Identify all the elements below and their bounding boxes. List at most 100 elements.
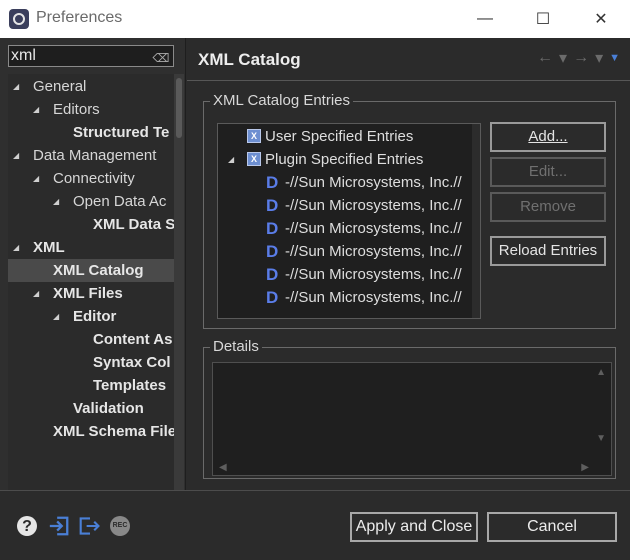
catalog-category[interactable]: ◢ X Plugin Specified Entries (218, 148, 473, 171)
expand-toggle-icon[interactable]: ◢ (13, 75, 23, 98)
tree-item[interactable]: Structured Te (8, 121, 174, 144)
scroll-right-icon[interactable]: ▶ (581, 462, 589, 473)
close-button[interactable]: ✕ (572, 0, 630, 38)
add-button[interactable]: Add... (490, 122, 606, 152)
tree-item-label: Editors (53, 101, 100, 118)
catalog-entries-tree[interactable]: X User Specified Entries ◢ X Plugin Specifie… (217, 123, 481, 319)
tree-item-label: XML Schema File (53, 423, 174, 440)
help-icon[interactable]: ? (17, 516, 37, 536)
dialog-footer: ? REC Apply and Close Cancel (0, 491, 630, 560)
catalog-icon: X (247, 129, 261, 143)
tree-item-label: Editor (73, 308, 117, 325)
back-dropdown-icon[interactable]: ▾ (559, 48, 567, 68)
apply-and-close-button[interactable]: Apply and Close (350, 512, 478, 542)
tree-item-label: XML (33, 239, 65, 256)
catalog-entry[interactable]: D -//Sun Microsystems, Inc.// (218, 263, 473, 286)
clear-filter-icon[interactable]: ⌫ (152, 48, 170, 65)
tree-item-label: Connectivity (53, 170, 135, 187)
tree-item[interactable]: ◢ Editors (8, 98, 174, 121)
maximize-button[interactable]: ☐ (514, 0, 572, 38)
tree-item-label: Structured Te (73, 124, 170, 141)
scrollbar-thumb[interactable] (176, 78, 182, 138)
expand-toggle-icon[interactable]: ◢ (53, 190, 63, 213)
filter-input[interactable]: xml ⌫ (8, 45, 174, 67)
page-title: XML Catalog (198, 50, 301, 69)
dtd-icon: D (266, 219, 279, 238)
tree-item[interactable]: ◢ General (8, 75, 174, 98)
tree-item[interactable]: ◢ Editor (8, 305, 174, 328)
tree-item[interactable]: Validation (8, 397, 174, 420)
filter-value: xml (11, 47, 36, 64)
tree-item-label: Templates (93, 377, 167, 394)
view-menu-icon[interactable]: ▼ (609, 52, 620, 64)
entries-scrollbar[interactable] (472, 124, 480, 318)
tree-item[interactable]: Syntax Col (8, 351, 174, 374)
tree-item[interactable]: ◢ Data Management (8, 144, 174, 167)
window-title: Preferences (36, 9, 123, 26)
tree-item-label: Open Data Ac (73, 193, 167, 210)
expand-toggle-icon[interactable]: ◢ (13, 236, 23, 259)
catalog-entries-label: XML Catalog Entries (210, 92, 354, 110)
tree-item-label: Syntax Col (93, 354, 171, 371)
import-icon[interactable] (48, 515, 70, 537)
expand-toggle-icon[interactable]: ◢ (33, 282, 43, 305)
preference-tree[interactable]: ◢ General ◢ Editors Structured Te ◢ Data Manag… (8, 74, 174, 490)
back-arrow-icon[interactable]: ← (537, 49, 553, 67)
entry-label: -//Sun Microsystems, Inc.// (285, 266, 462, 283)
preferences-navigation: xml ⌫ ◢ General ◢ Editors Structured Te ◢ Data… (0, 38, 186, 490)
title-separator (187, 80, 630, 81)
tree-scrollbar[interactable] (174, 74, 184, 490)
tree-item[interactable]: Content As (8, 328, 174, 351)
tree-item[interactable]: XML Data S (8, 213, 174, 236)
tree-item[interactable]: ◢ Open Data Ac (8, 190, 174, 213)
export-icon[interactable] (79, 515, 101, 537)
forward-dropdown-icon[interactable]: ▾ (595, 48, 603, 68)
expand-toggle-icon[interactable]: ◢ (33, 98, 43, 121)
catalog-entry[interactable]: D -//Sun Microsystems, Inc.// (218, 286, 473, 309)
tree-item-label: XML Data S (93, 216, 174, 233)
tree-item[interactable]: XML Catalog (8, 259, 174, 282)
catalog-entry[interactable]: D -//Sun Microsystems, Inc.// (218, 217, 473, 240)
expand-toggle-icon[interactable]: ◢ (33, 167, 43, 190)
catalog-entry[interactable]: D -//Sun Microsystems, Inc.// (218, 171, 473, 194)
catalog-entry[interactable]: D -//Sun Microsystems, Inc.// (218, 240, 473, 263)
scroll-down-icon[interactable]: ▼ (596, 433, 606, 444)
expand-toggle-icon[interactable]: ◢ (53, 305, 63, 328)
tree-item[interactable]: XML Schema File (8, 420, 174, 443)
edit-button[interactable]: Edit... (490, 157, 606, 187)
expand-toggle-icon[interactable]: ◢ (228, 148, 234, 171)
tree-item-label: General (33, 78, 87, 95)
entry-label: -//Sun Microsystems, Inc.// (285, 197, 462, 214)
tree-item[interactable]: ◢ XML (8, 236, 174, 259)
record-icon[interactable]: REC (110, 516, 130, 536)
tree-item-label: XML Files (53, 285, 123, 302)
cancel-button[interactable]: Cancel (487, 512, 617, 542)
expand-toggle-icon[interactable]: ◢ (13, 144, 23, 167)
tree-item[interactable]: ◢ Connectivity (8, 167, 174, 190)
catalog-category[interactable]: X User Specified Entries (218, 125, 473, 148)
remove-button[interactable]: Remove (490, 192, 606, 222)
app-icon (9, 9, 29, 29)
catalog-entry[interactable]: D -//Sun Microsystems, Inc.// (218, 194, 473, 217)
forward-arrow-icon[interactable]: → (573, 49, 589, 67)
minimize-button[interactable]: — (456, 0, 514, 38)
details-text-area[interactable]: ▲ ▼ ◀ ▶ (212, 362, 612, 476)
tree-item-label: XML Catalog (53, 262, 144, 279)
page-navigation: ← ▾ → ▾ ▼ (537, 48, 620, 68)
catalog-entries-group: XML Catalog Entries X User Specified Entr… (203, 92, 616, 329)
tree-item-label: Validation (73, 400, 144, 417)
reload-entries-button[interactable]: Reload Entries (490, 236, 606, 266)
dtd-icon: D (266, 288, 279, 307)
scroll-left-icon[interactable]: ◀ (219, 462, 227, 473)
entry-label: Plugin Specified Entries (265, 151, 424, 168)
scroll-up-icon[interactable]: ▲ (596, 367, 606, 378)
entry-label: -//Sun Microsystems, Inc.// (285, 289, 462, 306)
details-group: Details ▲ ▼ ◀ ▶ (203, 338, 616, 479)
tree-item[interactable]: ◢ XML Files (8, 282, 174, 305)
entry-label: -//Sun Microsystems, Inc.// (285, 220, 462, 237)
tree-item[interactable]: Templates (8, 374, 174, 397)
entry-label: User Specified Entries (265, 128, 414, 145)
dtd-icon: D (266, 265, 279, 284)
catalog-icon: X (247, 152, 261, 166)
dtd-icon: D (266, 242, 279, 261)
